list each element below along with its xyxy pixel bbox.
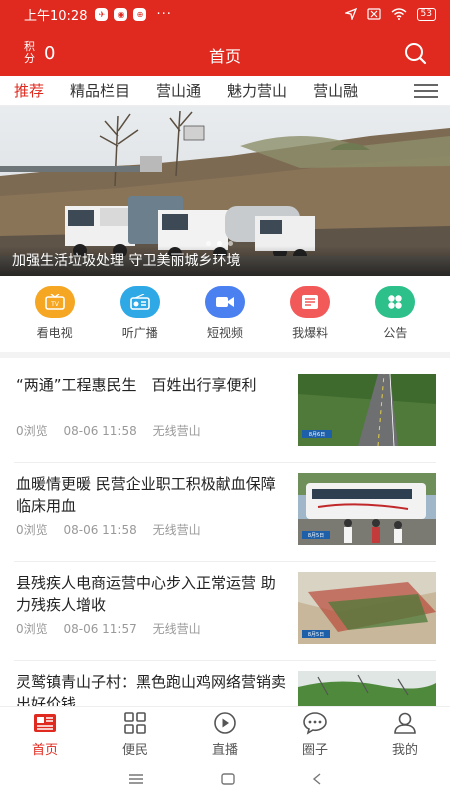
news-source: 无线营山 <box>152 424 201 438</box>
notification-icons: ✈ ◉ ⊕ <box>95 7 147 21</box>
tab-charming-yingshan[interactable]: 魅力营山 <box>227 76 287 105</box>
thumb-date-label: 8月5日 <box>308 533 324 539</box>
bottom-tab-bar: 首页 便民 直播 圈子 我的 <box>0 706 450 758</box>
play-icon <box>214 712 236 734</box>
quick-label: 看电视 <box>36 326 73 340</box>
publish-date: 08-06 11:58 <box>63 424 137 438</box>
view-count: 0浏览 <box>16 424 48 438</box>
tab-featured-columns[interactable]: 精品栏目 <box>70 76 130 105</box>
bottom-tab-profile[interactable]: 我的 <box>360 707 450 758</box>
app-notification-icon: ⊕ <box>133 7 147 21</box>
status-time: 上午10:28 <box>24 8 88 24</box>
video-camera-icon <box>204 286 245 318</box>
quick-item-short-video[interactable]: 短视频 <box>190 286 260 352</box>
menu-icon[interactable] <box>128 773 144 785</box>
bottom-tab-community[interactable]: 圈子 <box>270 707 360 758</box>
quick-label: 短视频 <box>206 326 243 340</box>
page-title: 首页 <box>208 47 241 66</box>
no-sim-icon <box>366 8 381 20</box>
news-title: 血暖情更暖 民营企业职工积极献血保障临床用血 <box>16 475 276 515</box>
news-source: 无线营山 <box>152 622 201 636</box>
tv-icon: TV <box>34 286 75 318</box>
tab-yingshan-media[interactable]: 营山融 <box>313 76 358 105</box>
view-count: 0浏览 <box>16 523 48 537</box>
chat-icon <box>303 712 327 735</box>
quick-item-radio[interactable]: 听广播 <box>105 286 175 352</box>
news-meta: 0浏览 08-06 11:58 无线营山 <box>16 521 213 538</box>
more-notifications-icon: ··· <box>156 6 172 22</box>
quick-label: 公告 <box>383 326 408 340</box>
bottom-tab-label: 直播 <box>211 743 238 758</box>
bottom-tab-home[interactable]: 首页 <box>0 707 90 758</box>
app-header: 积分 0 首页 <box>0 28 450 76</box>
quick-item-announcement[interactable]: 公告 <box>360 286 430 352</box>
news-item[interactable]: 血暖情更暖 民营企业职工积极献血保障临床用血 0浏览 08-06 11:58 无… <box>14 463 436 562</box>
status-bar: 上午10:28 ✈ ◉ ⊕ ··· 53 <box>0 0 450 28</box>
user-icon <box>394 712 416 734</box>
quick-nav: TV 看电视 听广播 短视频 我爆料 公告 <box>0 276 450 358</box>
category-tabs: 推荐 精品栏目 营山通 魅力营山 营山融 <box>0 76 450 106</box>
publish-date: 08-06 11:58 <box>63 523 137 537</box>
quick-label: 我爆料 <box>292 326 329 340</box>
search-icon[interactable] <box>402 41 428 67</box>
clover-icon <box>375 286 416 318</box>
bottom-tab-label: 圈子 <box>301 743 328 758</box>
view-count: 0浏览 <box>16 622 48 636</box>
news-item[interactable]: 县残疾人电商运营中心步入正常运营 助力残疾人增收 0浏览 08-06 11:57… <box>14 562 436 661</box>
battery-icon: 53 <box>416 7 436 21</box>
grid-icon <box>124 712 146 734</box>
bottom-tab-live[interactable]: 直播 <box>180 707 270 758</box>
news-meta: 0浏览 08-06 11:58 无线营山 <box>16 422 213 439</box>
news-list: “两通”工程惠民生 百姓出行享便利 0浏览 08-06 11:58 无线营山 8… <box>0 364 450 706</box>
tabs-menu-icon[interactable] <box>414 84 438 98</box>
back-icon[interactable] <box>312 773 322 785</box>
news-title: 灵鹫镇青山子村：黑色跑山鸡网络营销卖出好价钱 <box>16 673 287 706</box>
news-title: “两通”工程惠民生 百姓出行享便利 <box>16 376 257 394</box>
news-title: 县残疾人电商运营中心步入正常运营 助力残疾人增收 <box>16 574 276 614</box>
news-thumbnail: 8月5日 <box>298 473 436 545</box>
news-source: 无线营山 <box>152 523 201 537</box>
news-icon <box>34 714 56 732</box>
news-item[interactable]: “两通”工程惠民生 百姓出行享便利 0浏览 08-06 11:58 无线营山 8… <box>14 364 436 463</box>
tab-yingshan-tong[interactable]: 营山通 <box>156 76 201 105</box>
thumb-date-label: 8月6日 <box>309 432 325 438</box>
banner-caption: 加强生活垃圾处理 守卫美丽城乡环境 <box>0 246 450 276</box>
news-item[interactable]: 灵鹫镇青山子村：黑色跑山鸡网络营销卖出好价钱 <box>14 661 436 706</box>
news-meta: 0浏览 08-06 11:57 无线营山 <box>16 620 213 637</box>
app-notification-icon: ◉ <box>114 7 128 21</box>
thumb-date-label: 8月5日 <box>308 632 324 638</box>
radio-icon <box>119 286 160 318</box>
quick-item-watch-tv[interactable]: TV 看电视 <box>20 286 90 352</box>
publish-date: 08-06 11:57 <box>63 622 137 636</box>
quick-label: 听广播 <box>121 326 158 340</box>
home-icon[interactable] <box>221 773 235 785</box>
system-nav-bar <box>0 758 450 800</box>
news-thumbnail: 8月6日 <box>298 374 436 446</box>
location-icon <box>344 8 357 20</box>
tab-recommend[interactable]: 推荐 <box>14 76 44 105</box>
bottom-tab-label: 首页 <box>31 743 58 758</box>
bottom-tab-label: 我的 <box>391 743 418 758</box>
quick-item-report-tip[interactable]: 我爆料 <box>275 286 345 352</box>
report-icon <box>290 286 331 318</box>
bottom-tab-services[interactable]: 便民 <box>90 707 180 758</box>
svg-text:TV: TV <box>50 301 60 308</box>
banner-carousel[interactable]: 加强生活垃圾处理 守卫美丽城乡环境 <box>0 106 450 276</box>
telegram-icon: ✈ <box>95 7 109 21</box>
bottom-tab-label: 便民 <box>121 743 148 758</box>
status-indicators: 53 <box>344 7 436 21</box>
wifi-icon <box>391 8 407 20</box>
news-thumbnail <box>298 671 436 706</box>
news-thumbnail: 8月5日 <box>298 572 436 644</box>
